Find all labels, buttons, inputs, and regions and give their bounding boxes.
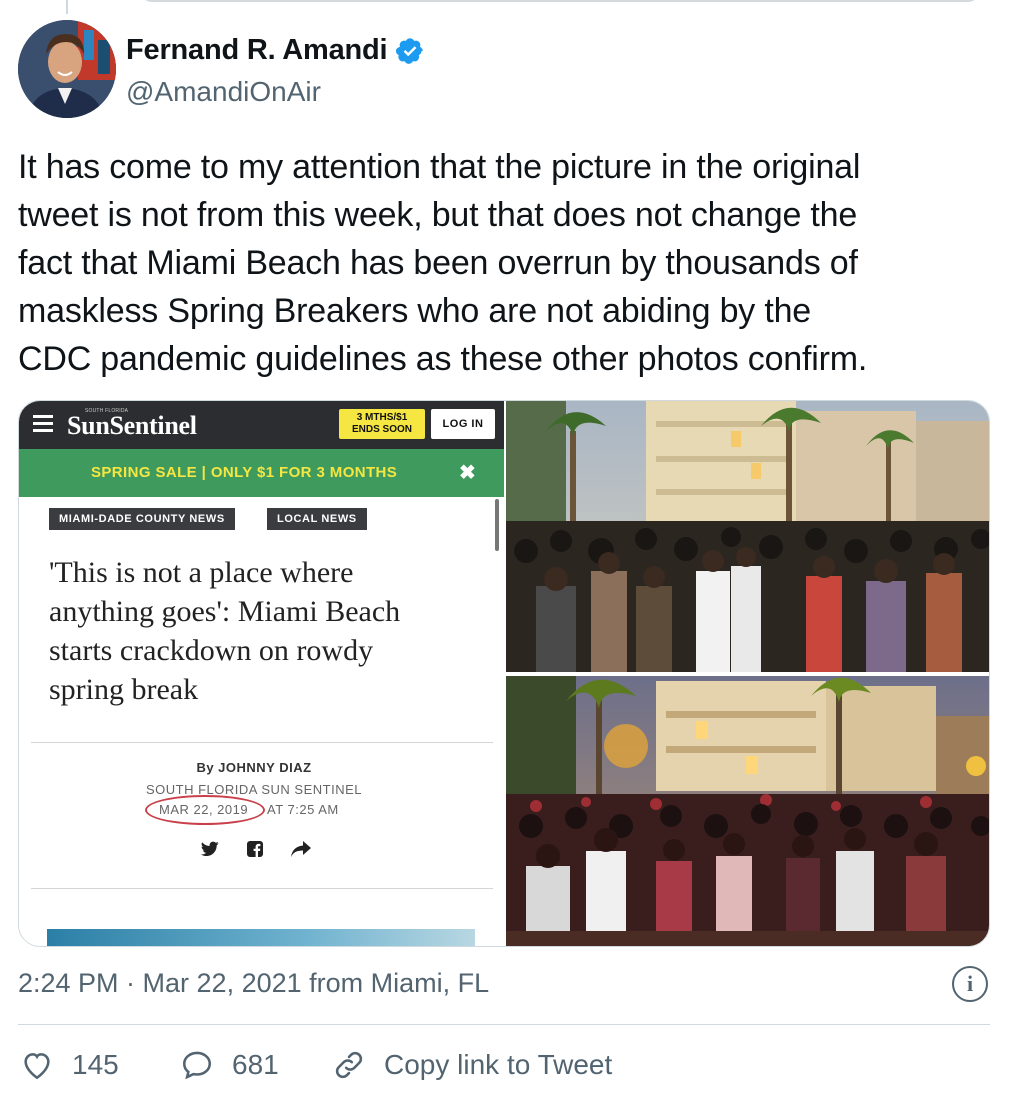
media-grid: SOUTH FLORIDA SunSentinel 3 MTHS/$1 ENDS… [18, 400, 990, 947]
author-handle[interactable]: @AmandiOnAir [126, 76, 321, 108]
tweet-text-line: CDC pandemic guidelines as these other p… [18, 340, 868, 378]
hamburger-menu-icon [33, 415, 53, 433]
reply-button[interactable]: 681 [180, 1045, 279, 1085]
sun-sentinel-logo: SunSentinel [67, 411, 197, 440]
display-name-text: Fernand R. Amandi [126, 34, 388, 66]
crowd-photo-night-image [506, 676, 989, 946]
action-bar-divider [18, 1024, 990, 1025]
headline-line: starts crackdown on rowdy [49, 634, 374, 667]
avatar[interactable] [18, 20, 116, 118]
article-screenshot-image[interactable]: SOUTH FLORIDA SunSentinel 3 MTHS/$1 ENDS… [19, 401, 504, 946]
login-button: LOG IN [431, 409, 495, 439]
facebook-icon [247, 841, 263, 857]
avatar-photo [18, 20, 116, 118]
article-byline: By JOHNNY DIAZ [196, 760, 312, 775]
reply-count: 681 [232, 1049, 279, 1080]
thread-connector-line [66, 0, 68, 14]
info-icon[interactable]: i [952, 966, 988, 1002]
scrollbar [495, 499, 499, 551]
article-organization: SOUTH FLORIDA SUN SENTINEL [146, 782, 362, 797]
headline-line: anything goes': Miami Beach [49, 595, 401, 628]
tweet-text-line: tweet is not from this week, but that do… [18, 196, 858, 234]
divider-rule [31, 742, 493, 743]
tweet-text-line: maskless Spring Breakers who are not abi… [18, 292, 812, 330]
headline-line: spring break [49, 673, 199, 706]
previous-tweet-card-edge [140, 0, 980, 2]
twitter-icon [201, 841, 219, 857]
section-tag: MIAMI-DADE COUNTY NEWS [49, 508, 235, 530]
close-icon: ✖ [459, 462, 477, 484]
sale-banner: SPRING SALE | ONLY $1 FOR 3 MONTHS ✖ [19, 449, 504, 497]
crowd-photo-dusk-image [506, 401, 989, 672]
author-display-name[interactable]: Fernand R. Amandi [126, 34, 425, 67]
crowd-photo-night[interactable] [506, 676, 989, 946]
like-button[interactable]: 145 [20, 1045, 119, 1085]
tweet-text-line: It has come to my attention that the pic… [18, 148, 861, 186]
article-photo-preview [47, 929, 475, 946]
tweet-text-line: fact that Miami Beach has been overrun b… [18, 244, 858, 282]
sale-banner-text: SPRING SALE | ONLY $1 FOR 3 MONTHS [91, 464, 398, 481]
copy-link-button[interactable]: Copy link to Tweet [332, 1045, 612, 1085]
tweet-text: It has come to my attention that the pic… [18, 143, 1003, 383]
article-time: AT 7:25 AM [267, 802, 339, 817]
crowd-photo-dusk[interactable] [506, 401, 989, 672]
tweet-timestamp[interactable]: 2:24 PM · Mar 22, 2021 from Miami, FL [18, 968, 489, 999]
headline-line: 'This is not a place where [49, 556, 354, 589]
article-date: MAR 22, 2019 [159, 802, 249, 817]
heart-icon [24, 1053, 50, 1080]
copy-link-label: Copy link to Tweet [384, 1049, 613, 1080]
divider-rule [31, 888, 493, 889]
promo-badge: 3 MTHS/$1 ENDS SOON [339, 409, 425, 439]
article-header: SOUTH FLORIDA SunSentinel 3 MTHS/$1 ENDS… [19, 401, 504, 449]
link-icon [335, 1051, 363, 1079]
share-arrow-icon [291, 841, 311, 857]
verified-badge-icon [396, 37, 424, 64]
reply-bubble-icon [182, 1051, 212, 1080]
promo-line: 3 MTHS/$1 [356, 412, 408, 423]
section-tag: LOCAL NEWS [267, 508, 367, 530]
promo-line: ENDS SOON [351, 424, 412, 435]
like-count: 145 [72, 1049, 119, 1080]
article-headline: 'This is not a place where anything goes… [49, 553, 469, 709]
